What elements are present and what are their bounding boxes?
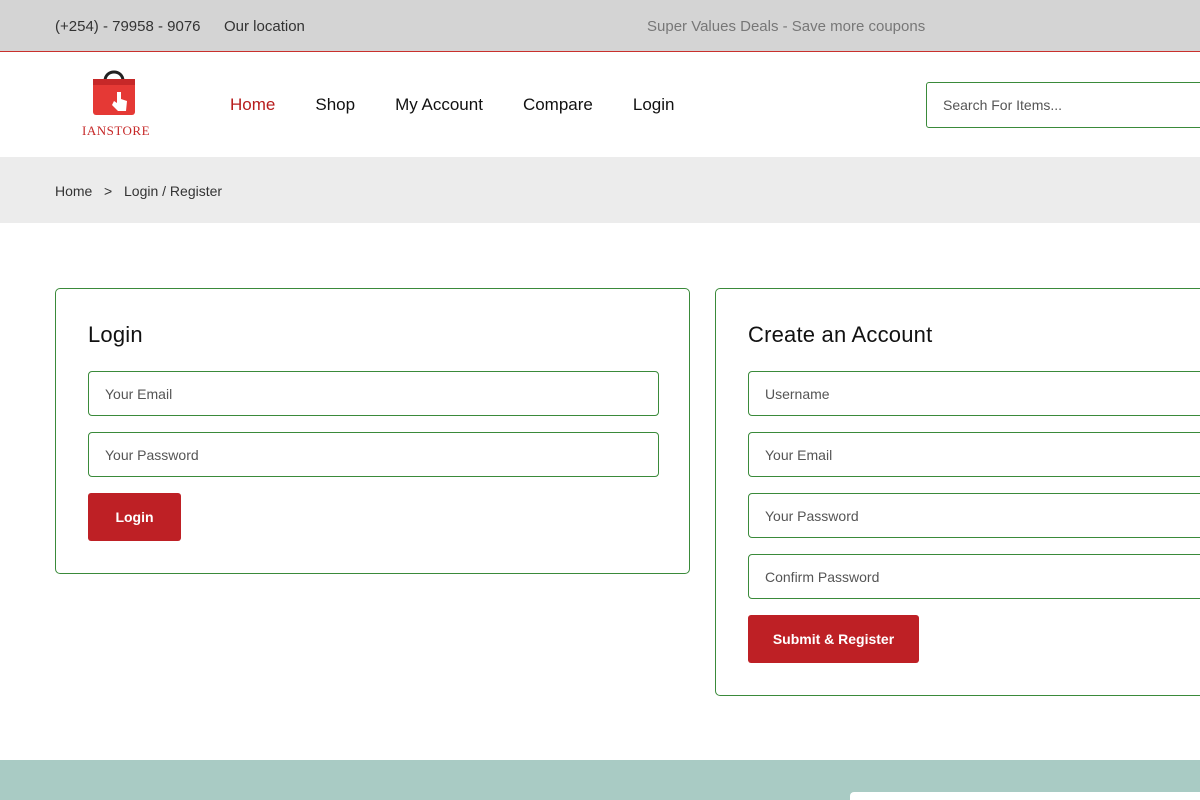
main-nav: Home Shop My Account Compare Login (230, 95, 714, 115)
submit-register-button[interactable]: Submit & Register (748, 615, 919, 663)
nav-my-account[interactable]: My Account (395, 95, 483, 115)
login-title: Login (88, 322, 143, 347)
top-bar: (+254) - 79958 - 9076 Our location Super… (0, 0, 1200, 52)
our-location-link[interactable]: Our location (224, 18, 305, 35)
nav-shop[interactable]: Shop (315, 95, 355, 115)
login-password-field[interactable] (88, 432, 659, 477)
breadcrumb-current: Login / Register (124, 183, 223, 199)
breadcrumb: Home > Login / Register (0, 157, 1200, 223)
nav-login[interactable]: Login (633, 95, 675, 115)
nav-home[interactable]: Home (230, 95, 275, 115)
store-logo[interactable]: IANSTORE (80, 65, 150, 138)
phone-number: (+254) - 79958 - 9076 (55, 18, 201, 35)
register-username-field[interactable] (748, 371, 1200, 416)
breadcrumb-separator: > (104, 183, 113, 199)
register-email-field[interactable] (748, 432, 1200, 477)
search-input[interactable] (926, 82, 1200, 128)
shopping-bag-icon (93, 70, 135, 115)
login-card: Login Login (55, 288, 690, 574)
store-logo-text: IANSTORE (82, 123, 151, 138)
site-header: IANSTORE Home Shop My Account Compare Lo… (0, 53, 1200, 157)
footer-panel (850, 792, 1200, 800)
register-password-field[interactable] (748, 493, 1200, 538)
footer-strip (0, 760, 1200, 800)
login-button[interactable]: Login (88, 493, 181, 541)
register-confirm-password-field[interactable] (748, 554, 1200, 599)
register-title: Create an Account (748, 322, 933, 347)
login-email-field[interactable] (88, 371, 659, 416)
register-card: Create an Account Submit & Register (715, 288, 1200, 696)
nav-compare[interactable]: Compare (523, 95, 593, 115)
breadcrumb-home[interactable]: Home (55, 183, 92, 199)
deals-banner: Super Values Deals - Save more coupons (647, 18, 926, 35)
